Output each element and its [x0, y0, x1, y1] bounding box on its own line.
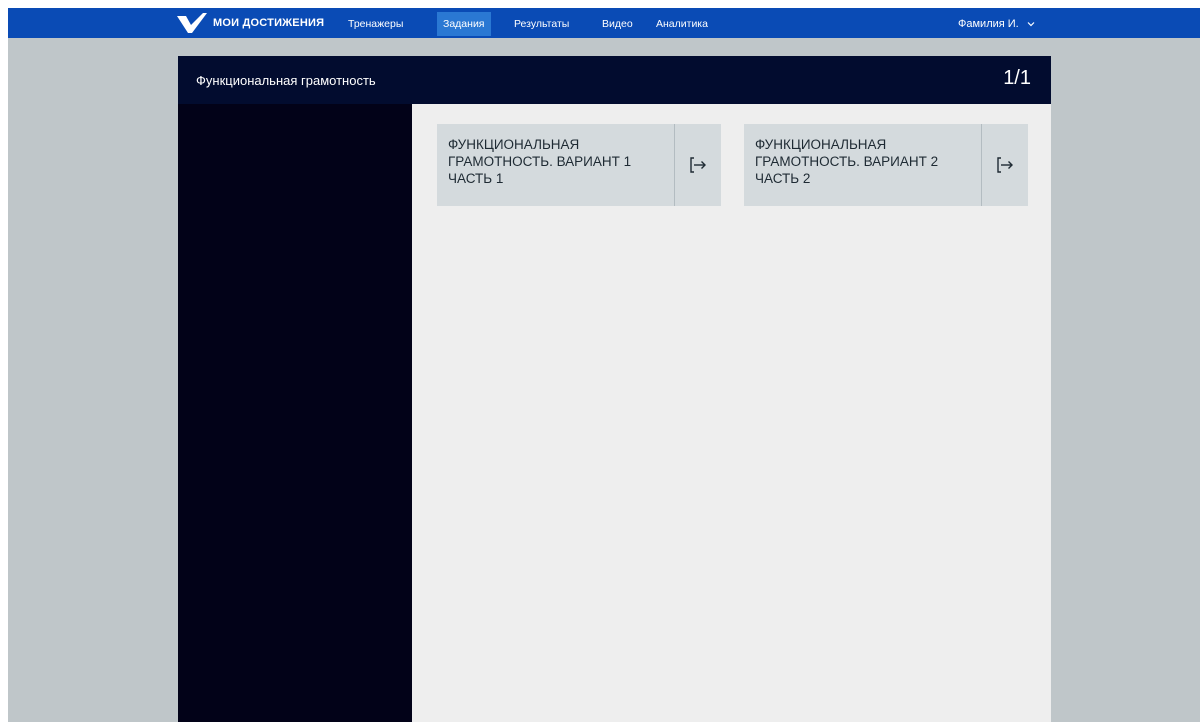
section-title: Функциональная грамотность [196, 73, 376, 88]
window-edge-right [1200, 0, 1204, 722]
window-edge-left [0, 0, 8, 722]
enter-icon [690, 157, 706, 173]
checkmark-logo-icon [177, 13, 207, 33]
nav-item-tasks[interactable]: Задания [437, 12, 491, 36]
user-menu[interactable]: Фамилия И. [958, 12, 1035, 36]
nav-item-results[interactable]: Результаты [508, 12, 575, 36]
chevron-down-icon [1027, 22, 1035, 27]
task-card-open-button[interactable] [981, 124, 1028, 206]
task-list-area: ФУНКЦИОНАЛЬНАЯ ГРАМОТНОСТЬ. ВАРИАНТ 1 ЧА… [412, 104, 1051, 722]
logo-text: МОИ ДОСТИЖЕНИЯ [213, 17, 325, 29]
section-header: Функциональная грамотность 1/1 [178, 56, 1051, 104]
enter-icon [997, 157, 1013, 173]
user-name: Фамилия И. [958, 18, 1019, 30]
task-card-title: ФУНКЦИОНАЛЬНАЯ ГРАМОТНОСТЬ. ВАРИАНТ 1 ЧА… [448, 137, 632, 186]
nav-item-video[interactable]: Видео [596, 12, 639, 36]
task-card-title: ФУНКЦИОНАЛЬНАЯ ГРАМОТНОСТЬ. ВАРИАНТ 2 ЧА… [755, 137, 939, 186]
logo[interactable]: МОИ ДОСТИЖЕНИЯ [177, 12, 324, 34]
nav-item-trainers[interactable]: Тренажеры [342, 12, 409, 36]
task-card-open-button[interactable] [674, 124, 721, 206]
page-counter: 1/1 [1003, 67, 1031, 89]
task-card-variant-1[interactable]: ФУНКЦИОНАЛЬНАЯ ГРАМОТНОСТЬ. ВАРИАНТ 1 ЧА… [437, 124, 721, 206]
task-card-variant-2[interactable]: ФУНКЦИОНАЛЬНАЯ ГРАМОТНОСТЬ. ВАРИАНТ 2 ЧА… [744, 124, 1028, 206]
nav-item-analytics[interactable]: Аналитика [650, 12, 714, 36]
top-navigation-bar: МОИ ДОСТИЖЕНИЯ Тренажеры Задания Результ… [8, 8, 1200, 38]
sidebar-panel [178, 104, 412, 722]
